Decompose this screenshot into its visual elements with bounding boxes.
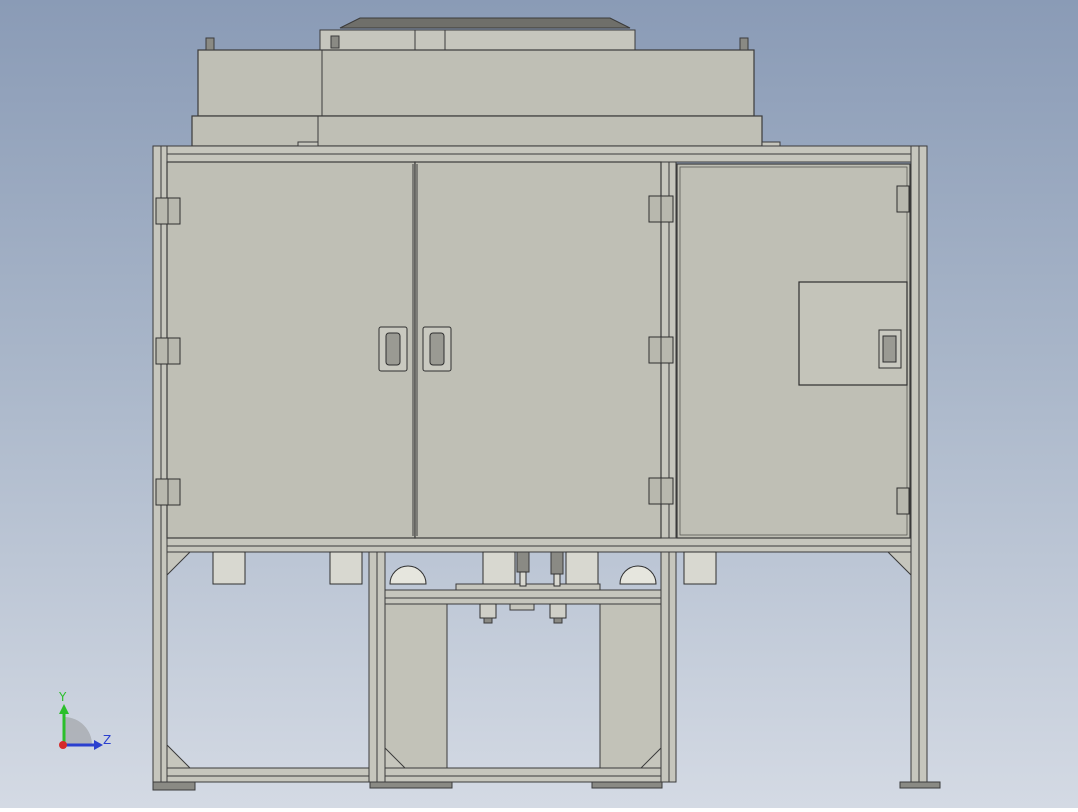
- machine-drawing: Y Z: [58, 17, 941, 791]
- door-handle-left[interactable]: [378, 326, 408, 372]
- double-door-left[interactable]: [166, 161, 416, 539]
- coordinate-triad: Y Z: [58, 690, 111, 750]
- cad-viewport[interactable]: Y Z: [0, 0, 1078, 808]
- side-door-latch[interactable]: [878, 329, 902, 369]
- lower-compartment: [212, 551, 717, 769]
- door-handle-right[interactable]: [422, 326, 452, 372]
- triad-y-label: Y: [58, 690, 67, 704]
- triad-z-label: Z: [103, 733, 111, 747]
- double-door-right[interactable]: [414, 161, 662, 539]
- top-fan-unit: [191, 17, 781, 148]
